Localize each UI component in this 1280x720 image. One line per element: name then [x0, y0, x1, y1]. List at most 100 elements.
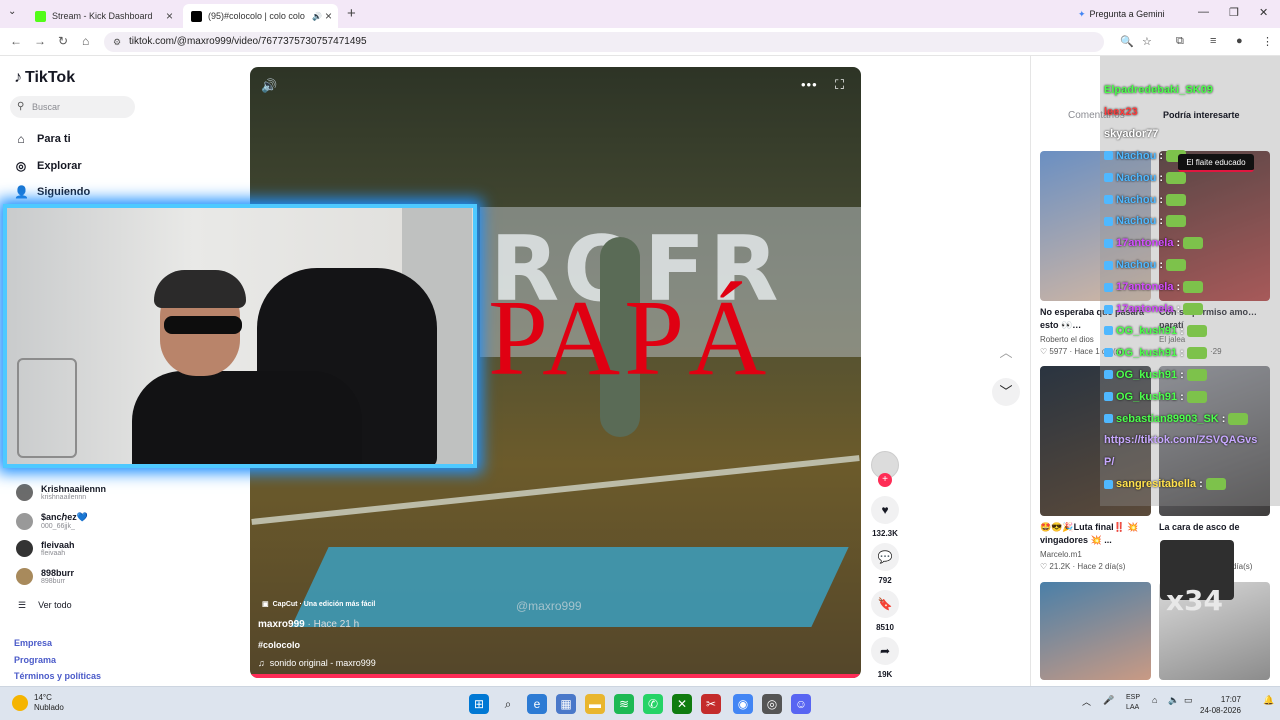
- search-icon: ⚲: [17, 101, 25, 112]
- microphone-icon[interactable]: 🎤: [1103, 695, 1114, 706]
- ver-todo-link[interactable]: ☰ Ver todo: [18, 600, 72, 611]
- minimize-icon[interactable]: —: [1198, 6, 1209, 18]
- bookmark-star-icon[interactable]: ☆: [1142, 35, 1152, 48]
- chat-text: :: [1221, 412, 1226, 425]
- profile-icon[interactable]: ●: [1236, 35, 1243, 47]
- video-author[interactable]: Roberto el dios: [1040, 335, 1094, 344]
- account-item[interactable]: 898burr 898burr: [16, 568, 74, 585]
- close-icon[interactable]: ×: [166, 9, 173, 23]
- chat-badge-icon: [1104, 392, 1113, 402]
- home-browser-icon[interactable]: ⌂: [82, 34, 89, 48]
- temperature: 14°C: [34, 693, 52, 702]
- capcut-link[interactable]: ▣ CapCut · Una edición más fácil: [262, 600, 375, 609]
- scroll-down-button[interactable]: ﹀: [992, 378, 1020, 406]
- obs-icon[interactable]: ◎: [762, 694, 782, 714]
- comment-button[interactable]: 💬: [871, 543, 899, 571]
- video-author[interactable]: Marcelo.m1: [1040, 550, 1082, 559]
- video-title[interactable]: La cara de asco de: [1159, 521, 1271, 534]
- speaker-icon[interactable]: 🔊: [312, 12, 322, 21]
- account-item[interactable]: fleivaah fleivaah: [16, 540, 75, 557]
- video-title[interactable]: 🤩😎🎉Luta final‼️ 💥 vingadores 💥 ...: [1040, 521, 1152, 547]
- site-info-icon[interactable]: ⚙: [113, 32, 121, 52]
- tab-search-icon[interactable]: ⌄: [8, 6, 16, 17]
- media-icon[interactable]: ≡: [1210, 35, 1216, 47]
- chat-message: https://tiktok.com/ZSVQAGvs: [1104, 434, 1257, 446]
- reload-icon[interactable]: ↻: [58, 34, 68, 48]
- video-author[interactable]: maxro999 · Hace 21 h: [258, 619, 359, 630]
- like-button[interactable]: ♥: [871, 496, 899, 524]
- close-window-icon[interactable]: ✕: [1259, 6, 1268, 19]
- extensions-icon[interactable]: ⧉: [1176, 35, 1184, 48]
- menu-icon[interactable]: ⋮: [1262, 35, 1273, 48]
- new-tab-icon[interactable]: +: [347, 5, 356, 22]
- notifications-icon[interactable]: 🔔: [1263, 695, 1274, 706]
- account-handle: 000_66jjk_: [41, 523, 75, 530]
- back-icon[interactable]: ←: [10, 34, 22, 48]
- folder-icon[interactable]: ▬: [585, 694, 605, 714]
- volume-tray-icon[interactable]: 🔈: [1168, 695, 1179, 706]
- tab-tiktok[interactable]: (95)#colocolo | colo colo | T 🔊 ×: [183, 4, 338, 28]
- whatsapp-icon[interactable]: ✆: [643, 694, 663, 714]
- weather-widget[interactable]: 14°C Nublado: [12, 693, 64, 713]
- forward-icon[interactable]: →: [34, 34, 46, 48]
- follow-plus-icon[interactable]: +: [878, 473, 892, 487]
- more-options-icon[interactable]: •••: [801, 77, 818, 92]
- fullscreen-icon[interactable]: ⛶: [835, 77, 844, 93]
- spotify-icon[interactable]: ≋: [614, 694, 634, 714]
- nav-siguiendo[interactable]: 👤 Siguiendo: [14, 185, 90, 199]
- share-icon: ➦: [879, 644, 891, 658]
- chevron-up-tray-icon[interactable]: ︿: [1082, 695, 1091, 708]
- snipping-icon[interactable]: ✂: [701, 694, 721, 714]
- chrome-icon[interactable]: ◉: [733, 694, 753, 714]
- chat-emote-icon: [1183, 303, 1204, 315]
- tiktok-logo[interactable]: ♪ TikTok: [14, 69, 75, 87]
- start-icon[interactable]: ⊞: [469, 694, 489, 714]
- chat-badge-icon: [1104, 304, 1113, 314]
- footer-link[interactable]: Términos y políticas: [14, 671, 101, 681]
- account-handle: 898burr: [41, 578, 66, 585]
- volume-icon[interactable]: 🔊: [261, 78, 277, 94]
- tab-kick-dashboard[interactable]: Stream - Kick Dashboard ×: [27, 4, 179, 28]
- discord-icon[interactable]: ☺: [791, 694, 811, 714]
- video-thumbnail[interactable]: [1040, 582, 1151, 680]
- share-button[interactable]: ➦: [871, 637, 899, 665]
- hashtag-link[interactable]: #colocolo: [258, 640, 300, 650]
- gemini-button[interactable]: ✦ Pregunta a Gemini: [1078, 6, 1165, 22]
- clock[interactable]: 17:07 24-08-2026: [1200, 694, 1241, 716]
- chat-emote-icon: [1228, 412, 1249, 425]
- chat-message: 17antonela:: [1104, 303, 1204, 315]
- chat-message: OG_kush91:: [1104, 368, 1207, 381]
- chat-badge-icon: [1104, 414, 1113, 423]
- sound-link[interactable]: ♫ sonido original - maxro999: [258, 658, 376, 668]
- chat-username: 17antonela: [1116, 303, 1174, 315]
- chat-text: :: [1180, 390, 1184, 403]
- video-stats: día(s): [1232, 562, 1253, 571]
- scroll-up-button[interactable]: ︿: [992, 339, 1020, 367]
- xbox-icon[interactable]: ✕: [672, 694, 692, 714]
- restore-icon[interactable]: ❐: [1229, 6, 1239, 19]
- sunglasses: [164, 316, 242, 334]
- chat-username: P/: [1104, 456, 1115, 469]
- video-progress-bar[interactable]: [250, 674, 861, 678]
- ver-todo-label: Ver todo: [38, 600, 72, 610]
- url-field[interactable]: ⚙ tiktok.com/@maxro999/video/76773757307…: [104, 32, 1104, 52]
- nav-para-ti[interactable]: ⌂ Para ti: [14, 132, 70, 146]
- network-icon[interactable]: ⌂: [1152, 695, 1157, 705]
- footer-link[interactable]: Programa: [14, 655, 56, 665]
- account-name: 898burr: [41, 568, 75, 578]
- nav-explorar[interactable]: ◎ Explorar: [14, 159, 82, 173]
- language-indicator[interactable]: ESP LAA: [1126, 693, 1140, 713]
- zoom-icon[interactable]: 🔍: [1120, 35, 1134, 48]
- edge-icon[interactable]: e: [527, 694, 547, 714]
- account-item[interactable]: $ancℎez💙 000_66jjk_: [16, 512, 88, 530]
- search-input[interactable]: ⚲ Buscar: [10, 96, 135, 118]
- close-icon[interactable]: ×: [325, 9, 332, 23]
- chat-emote-icon: [1166, 171, 1187, 184]
- store-icon[interactable]: ▦: [556, 694, 576, 714]
- search-taskbar-icon[interactable]: ⌕: [498, 694, 518, 714]
- footer-link[interactable]: Empresa: [14, 638, 52, 648]
- chat-text: :: [1180, 324, 1184, 337]
- account-item[interactable]: Krishnaailennn krishnaailennn: [16, 484, 106, 501]
- battery-icon[interactable]: ▭: [1184, 695, 1193, 706]
- save-button[interactable]: 🔖: [871, 590, 899, 618]
